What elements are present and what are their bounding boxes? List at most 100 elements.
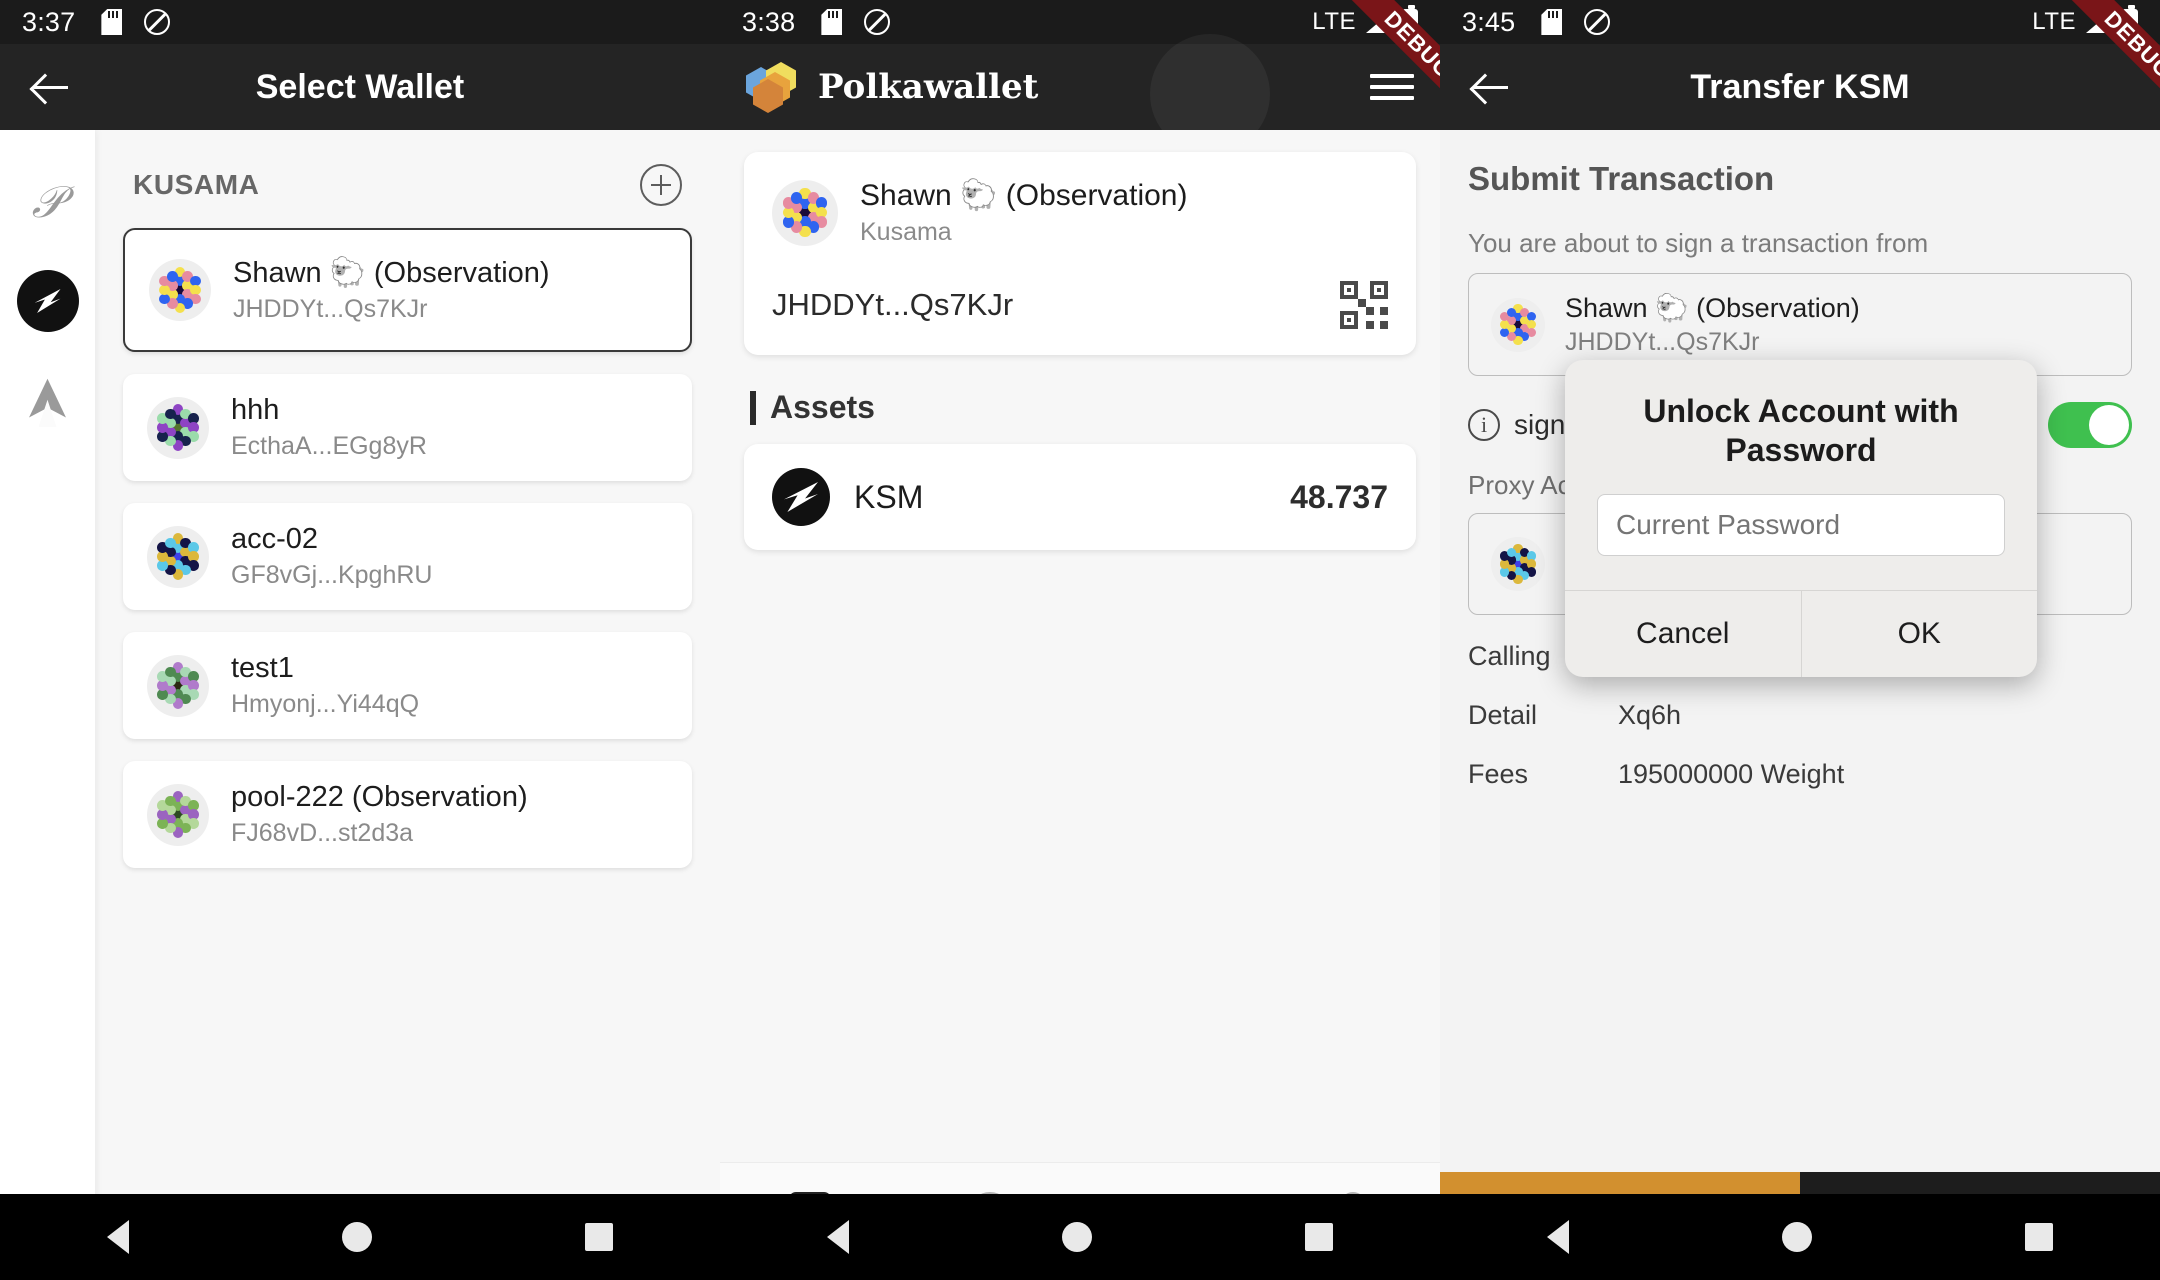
system-home-icon[interactable] (1061, 1222, 1092, 1252)
section-title: Assets (770, 389, 875, 425)
dialog-ok-button[interactable]: OK (1800, 591, 2038, 678)
status-time: 3:37 (22, 6, 76, 37)
network-label: KUSAMA (133, 169, 260, 200)
list-header: KUSAMA (123, 130, 692, 228)
system-back-icon[interactable] (1546, 1220, 1569, 1254)
section-heading: Submit Transaction (1468, 160, 1775, 197)
detail-value: 195000000 Weight (1618, 759, 1845, 789)
detail-row: Detail Xq6h (1468, 700, 2132, 731)
system-recents-icon[interactable] (1305, 1223, 1334, 1251)
proxy-toggle-switch[interactable] (2048, 402, 2132, 448)
detail-key: Fees (1468, 759, 1529, 789)
system-nav-bar (720, 1194, 1440, 1280)
system-recents-icon[interactable] (2025, 1223, 2054, 1251)
section-accent-bar (750, 390, 756, 425)
network-type-label: LTE (1312, 8, 1356, 35)
status-bar: 3:38 LTE (720, 0, 1440, 44)
system-nav-bar (0, 1194, 720, 1280)
acala-icon (26, 377, 70, 421)
rail-item-kusama[interactable] (16, 270, 79, 332)
wallet-name: Shawn 🐑 (Observation) (233, 257, 550, 289)
app-bar: Select Wallet (0, 44, 720, 130)
identicon (1491, 537, 1545, 591)
asset-symbol: KSM (854, 478, 924, 515)
system-nav-bar (1440, 1194, 2160, 1280)
password-input[interactable] (1597, 494, 2005, 557)
do-not-disturb-icon (864, 9, 891, 35)
dialog-cancel-button[interactable]: Cancel (1565, 591, 1801, 677)
identicon (772, 179, 838, 246)
kusama-icon (28, 281, 68, 321)
system-back-icon[interactable] (106, 1220, 129, 1254)
polkadot-icon: 𝒫 (31, 178, 64, 227)
do-not-disturb-icon (1584, 9, 1611, 35)
system-back-icon[interactable] (826, 1220, 849, 1254)
app-bar: Transfer KSM (1440, 44, 2160, 130)
system-home-icon[interactable] (341, 1222, 372, 1252)
wallet-address: FJ68vD...st2d3a (231, 819, 414, 847)
identicon (149, 259, 211, 321)
wallet-name: hhh (231, 394, 280, 426)
info-icon[interactable] (1468, 409, 1500, 441)
unlock-password-dialog: Unlock Account with Password Cancel OK (1565, 360, 2038, 678)
status-bar: 3:45 LTE (1440, 0, 2160, 44)
section-subheading: You are about to sign a transaction from (1468, 228, 1929, 258)
plus-circle-icon[interactable] (640, 164, 682, 206)
identicon (1491, 297, 1545, 352)
wallet-list-item[interactable]: acc-02 GF8vGj...KpghRU (123, 503, 692, 610)
signal-icon (2086, 11, 2112, 33)
wallet-address: Hmyonj...Yi44qQ (231, 690, 420, 718)
account-card[interactable]: Shawn 🐑 (Observation) Kusama JHDDYt...Qs… (744, 152, 1416, 355)
back-arrow-icon[interactable] (30, 65, 74, 109)
wallet-name: pool-222 (Observation) (231, 781, 528, 813)
sd-card-icon (821, 9, 842, 35)
brand-name: Polkawallet (818, 67, 1039, 107)
qr-code-icon[interactable] (1340, 281, 1388, 329)
panel-transfer-ksm: DEBUG 3:45 LTE Transfer KSM Submit Trans… (1440, 0, 2160, 1280)
status-time: 3:38 (742, 6, 796, 37)
network-type-label: LTE (2032, 8, 2076, 35)
rail-item-acala[interactable] (17, 368, 79, 430)
battery-icon (2122, 4, 2138, 36)
do-not-disturb-icon (144, 9, 171, 35)
battery-icon (1402, 4, 1418, 36)
wallet-list-item[interactable]: Shawn 🐑 (Observation) JHDDYt...Qs7KJr (123, 228, 692, 352)
polkawallet-logo-icon (746, 62, 802, 113)
assets-section-header: Assets (750, 389, 1410, 426)
page-title: Transfer KSM (1690, 67, 1910, 106)
detail-key: Detail (1468, 700, 1538, 730)
from-account-name: Shawn 🐑 (Observation) (1565, 293, 1860, 323)
wallet-address: GF8vGj...KpghRU (231, 561, 433, 589)
rail-item-polkadot[interactable]: 𝒫 (17, 172, 79, 234)
back-arrow-icon[interactable] (1470, 65, 1514, 109)
status-time: 3:45 (1462, 6, 1516, 37)
system-home-icon[interactable] (1781, 1222, 1812, 1252)
status-bar: 3:37 (0, 0, 720, 44)
three-panel-screenshot: 3:37 Select Wallet 𝒫 KUSAMA Shawn 🐑 (Obs… (0, 0, 2160, 1280)
account-address: JHDDYt...Qs7KJr (772, 287, 1014, 322)
panel-select-wallet: 3:37 Select Wallet 𝒫 KUSAMA Shawn 🐑 (Obs… (0, 0, 720, 1280)
hamburger-icon[interactable] (1370, 67, 1414, 107)
identicon (147, 783, 209, 846)
panel-assets-home: DEBUG 3:38 LTE Polkawallet Shawn 🐑 (Obse… (720, 0, 1440, 1280)
wallet-list-item[interactable]: pool-222 (Observation) FJ68vD...st2d3a (123, 761, 692, 868)
wallet-address: EcthaA...EGg8yR (231, 432, 427, 460)
system-recents-icon[interactable] (585, 1223, 614, 1251)
asset-row[interactable]: KSM 48.737 (744, 444, 1416, 550)
wallet-list-item[interactable]: hhh EcthaA...EGg8yR (123, 374, 692, 481)
asset-amount: 48.737 (1290, 478, 1388, 515)
sd-card-icon (1541, 9, 1562, 35)
wallet-name: acc-02 (231, 523, 319, 555)
wallet-list: KUSAMA Shawn 🐑 (Observation) JHDDYt...Qs… (95, 130, 720, 1280)
identicon (147, 654, 209, 717)
wallet-list-item[interactable]: test1 Hmyonj...Yi44qQ (123, 632, 692, 739)
dialog-title: Unlock Account with Password (1643, 393, 1959, 469)
brand: Polkawallet (746, 62, 1039, 113)
wallet-name: test1 (231, 652, 294, 684)
sd-card-icon (101, 9, 122, 35)
detail-row: Fees 195000000 Weight (1468, 759, 2132, 790)
wallet-address: JHDDYt...Qs7KJr (233, 295, 428, 323)
ksm-icon (772, 468, 830, 526)
detail-value: Xq6h (1618, 700, 1682, 730)
page-title: Select Wallet (255, 67, 465, 106)
